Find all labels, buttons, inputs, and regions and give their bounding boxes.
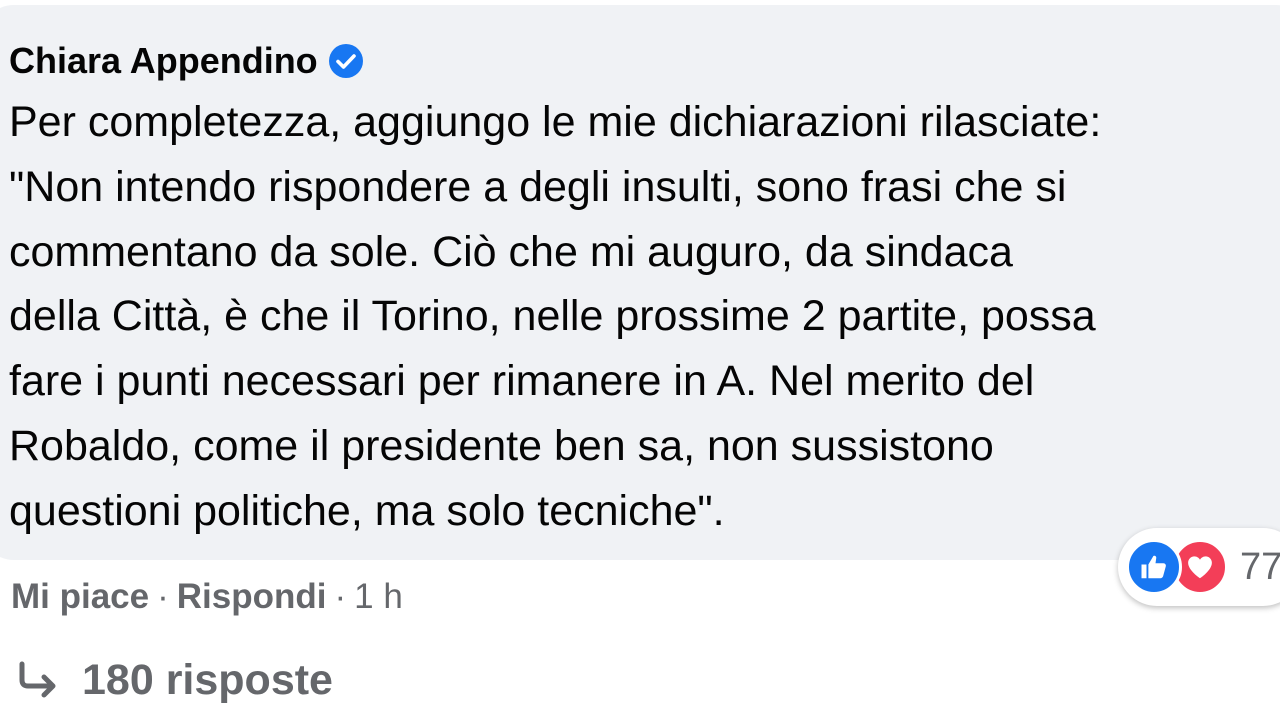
comment-line: della Città, è che il Torino, nelle pros…	[9, 292, 1096, 341]
reply-arrow-icon	[19, 661, 56, 698]
comment-line: "Non intendo rispondere a degli insulti,…	[9, 162, 1067, 211]
comment-line: fare i punti necessari per rimanere in A…	[9, 357, 1035, 406]
like-icon	[1126, 539, 1182, 595]
comment-line: questioni politiche, ma solo tecniche".	[9, 486, 725, 535]
reactions-summary[interactable]: 77	[1118, 528, 1280, 606]
action-separator: ·	[157, 577, 169, 616]
comment-actions: Mi piace · Rispondi · 1 h	[11, 574, 403, 620]
comment-author-row: Chiara Appendino	[9, 38, 364, 84]
comment-timestamp[interactable]: 1 h	[354, 577, 403, 617]
comment-thread: Chiara Appendino Per completezza, aggiun…	[0, 0, 1280, 720]
comment-line: Robaldo, come il presidente ben sa, non …	[9, 421, 994, 470]
comment-text: Per completezza, aggiungo le mie dichiar…	[9, 90, 1280, 544]
like-button[interactable]: Mi piace	[11, 577, 149, 617]
author-name[interactable]: Chiara Appendino	[9, 40, 318, 82]
reaction-count: 77	[1240, 545, 1280, 588]
view-replies-link[interactable]: 180 risposte	[14, 652, 333, 708]
comment-line: commentano da sole. Ciò che mi auguro, d…	[9, 227, 1013, 276]
action-separator: ·	[334, 577, 347, 616]
replies-count-label: 180 risposte	[82, 655, 333, 704]
verified-badge-icon	[328, 43, 364, 79]
comment-line: Per completezza, aggiungo le mie dichiar…	[9, 98, 1102, 146]
reply-button[interactable]: Rispondi	[177, 577, 327, 617]
